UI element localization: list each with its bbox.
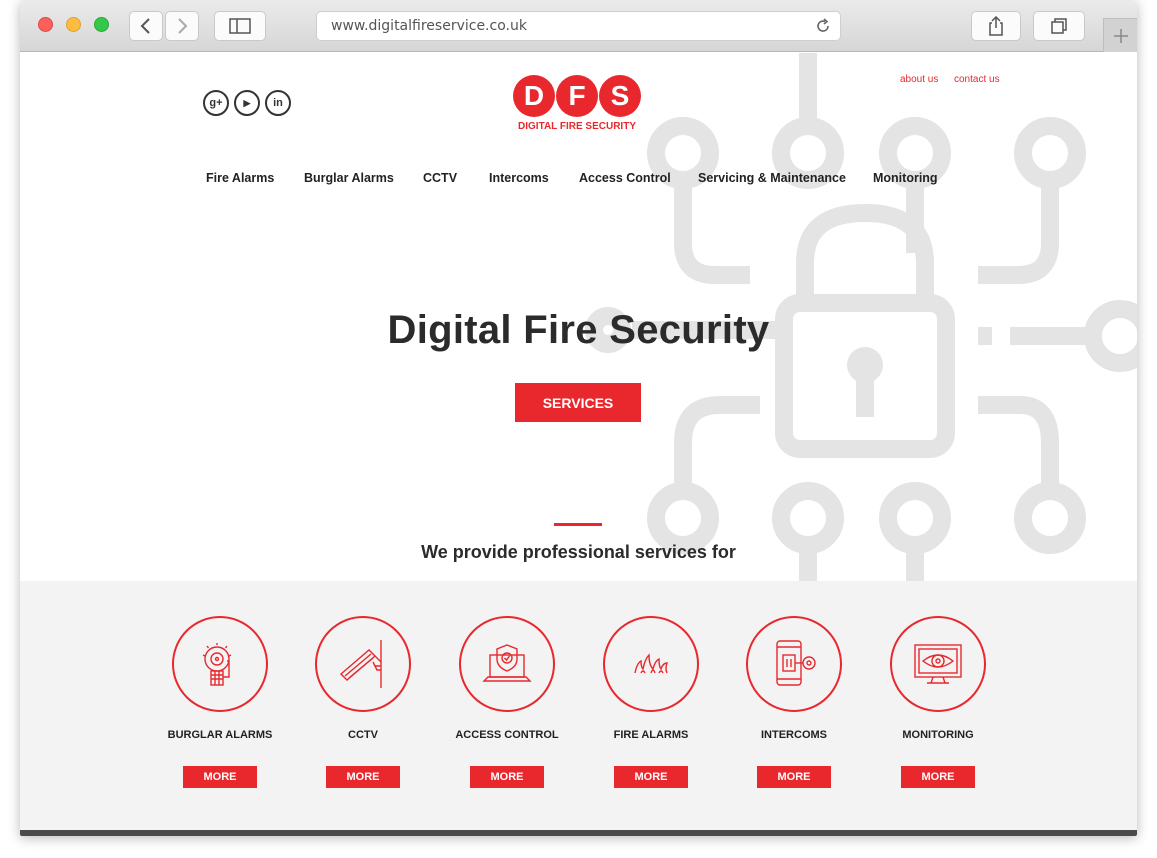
browser-toolbar: www.digitalfireservice.co.uk (20, 0, 1137, 52)
address-bar[interactable]: www.digitalfireservice.co.uk (316, 11, 841, 41)
service-card-monitoring: MONITORING MORE (878, 616, 998, 796)
more-button[interactable]: MORE (614, 766, 688, 788)
tabs-overview-button[interactable] (1033, 11, 1085, 41)
new-tab-button[interactable] (1103, 18, 1137, 52)
dfs-logo[interactable]: D F S DIGITAL FIRE SECURITY (513, 75, 641, 135)
page-bottom-bar (20, 830, 1137, 836)
more-button[interactable]: MORE (326, 766, 400, 788)
share-icon (989, 16, 1003, 36)
nav-burglar-alarms[interactable]: Burglar Alarms (304, 171, 394, 185)
zoom-window-button[interactable] (94, 17, 109, 32)
about-us-link[interactable]: about us (900, 74, 938, 85)
chevron-right-icon (178, 18, 188, 34)
monitor-eye-icon (890, 616, 986, 712)
minimize-window-button[interactable] (66, 17, 81, 32)
service-card-burglar-alarms: BURGLAR ALARMS MORE (160, 616, 280, 796)
service-label: FIRE ALARMS (613, 729, 689, 741)
flame-icon (603, 616, 699, 712)
nav-intercoms[interactable]: Intercoms (489, 171, 549, 185)
linkedin-glyph: in (273, 97, 283, 109)
browser-window: www.digitalfireservice.co.uk g+ ▶ in D F… (20, 0, 1137, 836)
service-card-access-control: ACCESS CONTROL MORE (447, 616, 567, 796)
service-label: CCTV (348, 729, 378, 741)
plus-icon (1113, 28, 1128, 43)
more-button[interactable]: MORE (757, 766, 831, 788)
service-label: MONITORING (902, 729, 974, 741)
service-label: ACCESS CONTROL (455, 729, 559, 741)
chevron-left-icon (140, 18, 150, 34)
services-subtitle: We provide professional services for (421, 542, 736, 562)
reload-icon[interactable] (814, 17, 832, 40)
more-button[interactable]: MORE (470, 766, 544, 788)
sidebar-icon (229, 18, 251, 34)
google-plus-glyph: g+ (209, 97, 223, 109)
linkedin-icon[interactable]: in (265, 90, 291, 116)
forward-button[interactable] (165, 11, 199, 41)
logo-tagline: DIGITAL FIRE SECURITY (518, 121, 636, 132)
back-button[interactable] (129, 11, 163, 41)
section-divider (554, 523, 602, 526)
url-text: www.digitalfireservice.co.uk (331, 18, 527, 34)
google-plus-icon[interactable]: g+ (203, 90, 229, 116)
service-card-fire-alarms: FIRE ALARMS MORE (591, 616, 711, 796)
service-label: INTERCOMS (761, 729, 827, 741)
nav-servicing-maintenance[interactable]: Servicing & Maintenance (698, 171, 846, 185)
service-card-intercoms: INTERCOMS MORE (734, 616, 854, 796)
logo-letter-s: S (599, 75, 641, 117)
youtube-glyph: ▶ (243, 97, 251, 108)
service-label: BURGLAR ALARMS (167, 729, 273, 741)
alarm-bell-icon (172, 616, 268, 712)
nav-cctv[interactable]: CCTV (423, 171, 457, 185)
tabs-icon (1051, 18, 1067, 34)
services-button[interactable]: SERVICES (515, 383, 641, 422)
phone-key-icon (746, 616, 842, 712)
share-button[interactable] (971, 11, 1021, 41)
logo-letter-f: F (556, 75, 598, 117)
contact-us-link[interactable]: contact us (954, 74, 1000, 85)
service-card-cctv: CCTV MORE (303, 616, 423, 796)
services-section: BURGLAR ALARMS MORE CCTV MORE ACCESS CON… (20, 581, 1137, 830)
youtube-icon[interactable]: ▶ (234, 90, 260, 116)
laptop-shield-icon (459, 616, 555, 712)
sidebar-toggle-button[interactable] (214, 11, 266, 41)
nav-monitoring[interactable]: Monitoring (873, 171, 938, 185)
close-window-button[interactable] (38, 17, 53, 32)
more-button[interactable]: MORE (901, 766, 975, 788)
cctv-camera-icon (315, 616, 411, 712)
more-button[interactable]: MORE (183, 766, 257, 788)
nav-fire-alarms[interactable]: Fire Alarms (206, 171, 274, 185)
hero-title: Digital Fire Security (387, 308, 770, 352)
logo-letter-d: D (513, 75, 555, 117)
web-page: g+ ▶ in D F S DIGITAL FIRE SECURITY abou… (20, 53, 1137, 836)
nav-access-control[interactable]: Access Control (579, 171, 671, 185)
